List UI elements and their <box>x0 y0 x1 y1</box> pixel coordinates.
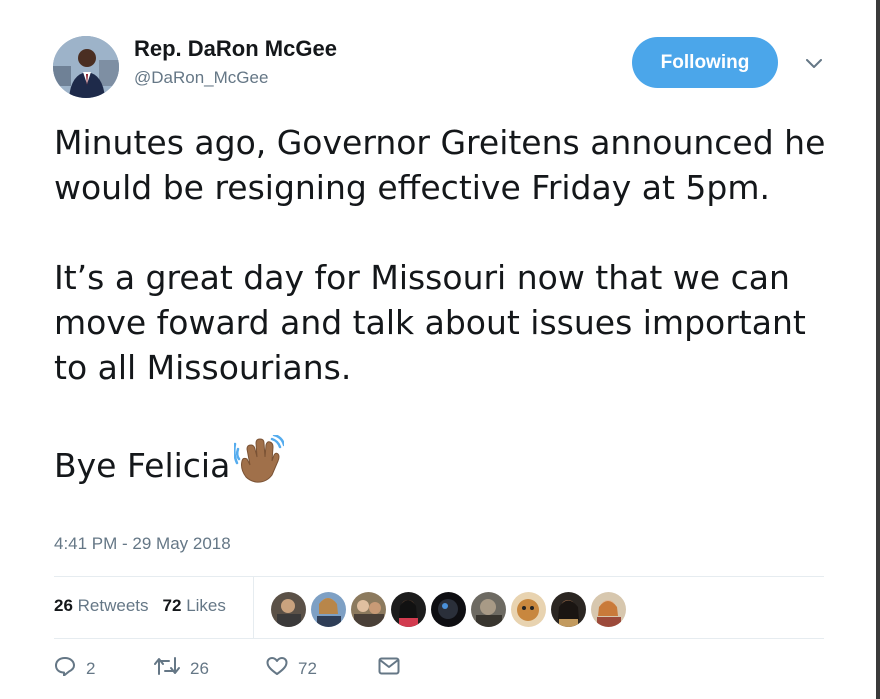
liker-avatar[interactable] <box>391 592 426 627</box>
author-avatar[interactable] <box>53 36 119 98</box>
envelope-icon <box>378 657 400 680</box>
divider <box>54 638 824 639</box>
divider <box>54 576 824 577</box>
reply-button[interactable]: 2 <box>54 656 154 681</box>
direct-message-button[interactable] <box>378 657 400 680</box>
tweet-text: Minutes ago, Governor Greitens announced… <box>54 120 844 488</box>
liker-avatar[interactable] <box>591 592 626 627</box>
retweets-label: Retweets <box>77 596 149 615</box>
tweet-paragraph: Minutes ago, Governor Greitens announced… <box>54 123 826 207</box>
retweets-count: 26 <box>54 596 73 615</box>
likes-count: 72 <box>162 596 182 615</box>
like-count: 72 <box>298 658 317 678</box>
liker-avatar[interactable] <box>311 592 346 627</box>
waving-hand-icon <box>233 433 286 483</box>
stats-separator <box>253 576 254 638</box>
liker-avatar[interactable] <box>431 592 466 627</box>
retweet-icon <box>154 656 180 681</box>
likes-stat[interactable]: 72 Likes <box>163 596 226 616</box>
liker-avatar[interactable] <box>471 592 506 627</box>
author-handle[interactable]: @DaRon_McGee <box>134 68 268 88</box>
chevron-down-icon[interactable] <box>802 54 826 74</box>
tweet-actions: 2 26 72 <box>54 656 400 681</box>
heart-icon <box>266 656 288 681</box>
tweet-card: Rep. DaRon McGee @DaRon_McGee Following … <box>0 0 876 699</box>
following-button[interactable]: Following <box>632 37 778 88</box>
tweet-paragraph: Bye Felicia <box>54 433 844 488</box>
engagement-stats: 26 Retweets 72 Likes <box>54 596 226 616</box>
likes-label: Likes <box>186 596 226 615</box>
tweet-timestamp[interactable]: 4:41 PM - 29 May 2018 <box>54 534 231 554</box>
like-button[interactable]: 72 <box>266 656 378 681</box>
tweet-paragraph: It’s a great day for Missouri now that w… <box>54 258 806 387</box>
liker-avatar[interactable] <box>351 592 386 627</box>
reply-count: 2 <box>86 658 96 678</box>
liker-avatar[interactable] <box>271 592 306 627</box>
tweet-paragraph-text: Bye Felicia <box>54 446 231 485</box>
retweet-button[interactable]: 26 <box>154 656 266 681</box>
retweet-count: 26 <box>190 658 209 678</box>
window-edge <box>876 0 880 699</box>
liker-avatar[interactable] <box>511 592 546 627</box>
retweets-stat[interactable]: 26 Retweets <box>54 596 149 616</box>
reply-icon <box>54 656 76 681</box>
liker-avatars <box>271 592 626 627</box>
author-name[interactable]: Rep. DaRon McGee <box>134 36 337 62</box>
liker-avatar[interactable] <box>551 592 586 627</box>
